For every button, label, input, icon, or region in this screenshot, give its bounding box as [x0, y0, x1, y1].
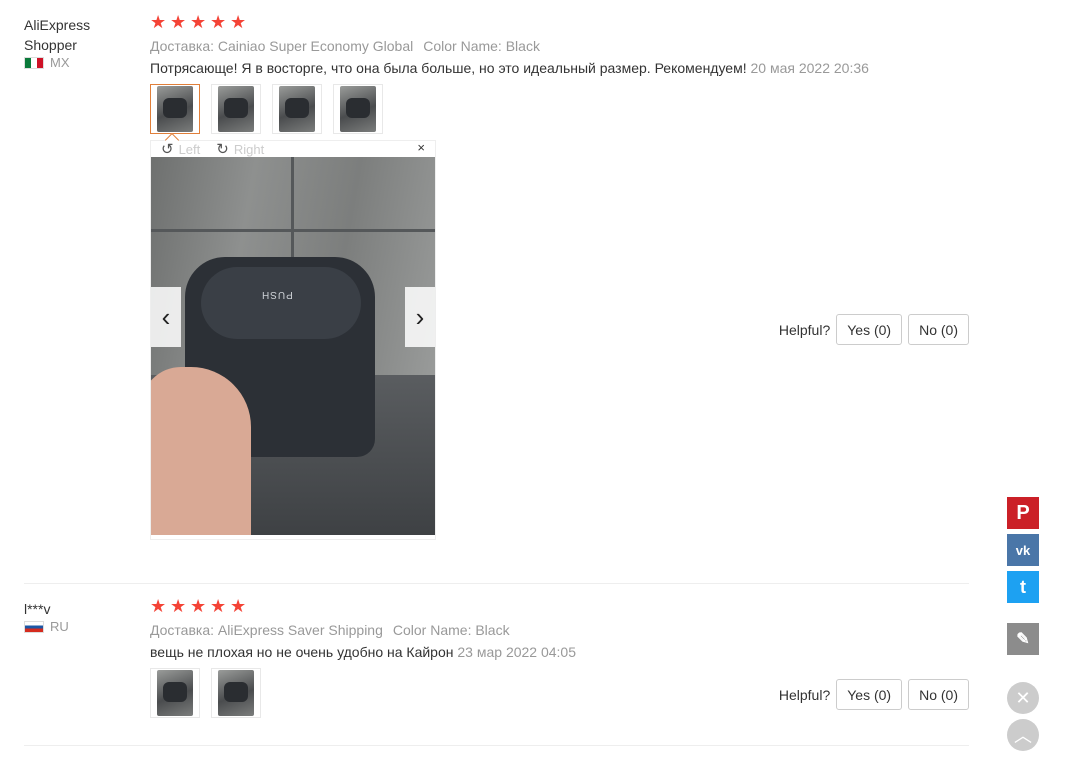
- review-photo: PUSH: [151, 157, 435, 535]
- helpful-yes-button[interactable]: Yes (0): [836, 679, 903, 710]
- rotate-right-button[interactable]: ↻ Right: [216, 140, 264, 158]
- star-icon: ★: [170, 11, 187, 32]
- photo-push-text: PUSH: [261, 289, 293, 300]
- helpful-yes-button[interactable]: Yes (0): [836, 314, 903, 345]
- photo-thumbnail[interactable]: [150, 84, 200, 134]
- review-item: AliExpress Shopper MX ★ ★ ★ ★ ★ Доставка…: [24, 12, 969, 572]
- photo-thumbnail[interactable]: [150, 668, 200, 718]
- reviewer-name: l***v: [24, 601, 51, 617]
- review-date: 20 мая 2022 20:36: [750, 60, 869, 76]
- photo-thumbnail[interactable]: [211, 668, 261, 718]
- viewer-toolbar: ↺ Left ↻ Right ×: [151, 140, 435, 158]
- review-text: Потрясающе! Я в восторге, что она была б…: [150, 60, 870, 76]
- feedback-edit-button[interactable]: ✎: [1007, 623, 1039, 655]
- vk-share-button[interactable]: vk: [1007, 534, 1039, 566]
- back-to-top-button[interactable]: ︿: [1007, 719, 1039, 751]
- review-divider: [24, 745, 969, 746]
- photo-bin-lid: [201, 267, 361, 339]
- helpful-no-button[interactable]: No (0): [908, 314, 969, 345]
- photo-thumbnail[interactable]: [333, 84, 383, 134]
- reviewer-info: AliExpress Shopper MX: [24, 15, 134, 71]
- helpful-no-button[interactable]: No (0): [908, 679, 969, 710]
- rotate-right-icon: ↻: [216, 141, 229, 158]
- rotate-left-button[interactable]: ↺ Left: [161, 140, 200, 158]
- review-item: l***v RU ★ ★ ★ ★ ★ Доставка: AliExpress …: [24, 596, 969, 726]
- helpful-label: Helpful?: [778, 686, 831, 703]
- star-rating: ★ ★ ★ ★ ★: [150, 596, 880, 616]
- helpful-section: Helpful? Yes (0) No (0): [779, 679, 969, 710]
- star-icon: ★: [190, 11, 207, 32]
- flag-ru-icon: [24, 621, 44, 633]
- review-content: ★ ★ ★ ★ ★ Доставка: Cainiao Super Econom…: [150, 12, 880, 540]
- photo-thumbnails: [150, 84, 880, 134]
- photo-hand: [151, 367, 251, 535]
- color-info: Color Name: Black: [392, 622, 510, 638]
- reviewer-info: l***v RU: [24, 599, 134, 635]
- rotate-left-label: Left: [178, 141, 201, 157]
- chevron-right-icon: ›: [415, 301, 425, 332]
- close-icon: ✕: [1015, 687, 1031, 708]
- star-icon: ★: [230, 11, 247, 32]
- country-code: RU: [50, 619, 69, 634]
- reviewer-country: RU: [24, 619, 134, 635]
- reviewer-country: MX: [24, 55, 134, 71]
- country-code: MX: [50, 55, 70, 70]
- reviewer-name: AliExpress Shopper: [24, 17, 91, 53]
- review-date: 23 мар 2022 04:05: [457, 644, 577, 660]
- previous-photo-button[interactable]: ‹: [151, 287, 181, 347]
- photo-thumbnail[interactable]: [272, 84, 322, 134]
- twitter-icon: t: [1020, 576, 1026, 597]
- review-body: Потрясающе! Я в восторге, что она была б…: [150, 60, 747, 76]
- star-icon: ★: [150, 595, 167, 616]
- pencil-icon: ✎: [1016, 631, 1030, 648]
- chevron-left-icon: ‹: [161, 301, 171, 332]
- flag-mx-icon: [24, 57, 44, 69]
- star-rating: ★ ★ ★ ★ ★: [150, 12, 880, 32]
- chevron-up-icon: ︿: [1014, 726, 1032, 746]
- pinterest-share-button[interactable]: P: [1007, 497, 1039, 529]
- pinterest-icon: P: [1016, 501, 1030, 524]
- shipping-info: Доставка: AliExpress Saver Shipping: [150, 622, 383, 638]
- helpful-section: Helpful? Yes (0) No (0): [779, 314, 969, 345]
- close-viewer-button[interactable]: ×: [417, 140, 425, 155]
- star-icon: ★: [210, 11, 227, 32]
- star-icon: ★: [150, 11, 167, 32]
- twitter-share-button[interactable]: t: [1007, 571, 1039, 603]
- rotate-left-icon: ↺: [161, 141, 174, 158]
- review-meta: Доставка: AliExpress Saver Shipping Colo…: [150, 621, 880, 639]
- review-body: вещь не плохая но не очень удобно на Кай…: [150, 644, 454, 660]
- star-icon: ★: [170, 595, 187, 616]
- photo-thumbnails: [150, 668, 880, 718]
- star-icon: ★: [190, 595, 207, 616]
- photo-thumbnail[interactable]: [211, 84, 261, 134]
- vk-icon: vk: [1015, 542, 1031, 558]
- review-text: вещь не плохая но не очень удобно на Кай…: [150, 644, 870, 660]
- review-divider: [24, 583, 969, 584]
- color-info: Color Name: Black: [423, 38, 540, 54]
- close-floating-button[interactable]: ✕: [1007, 682, 1039, 714]
- photo-viewer: ↺ Left ↻ Right × PUSH ‹ ›: [150, 132, 436, 540]
- rotate-right-label: Right: [233, 141, 265, 157]
- review-meta: Доставка: Cainiao Super Economy Global C…: [150, 37, 880, 55]
- next-photo-button[interactable]: ›: [405, 287, 435, 347]
- review-content: ★ ★ ★ ★ ★ Доставка: AliExpress Saver Shi…: [150, 596, 880, 718]
- helpful-label: Helpful?: [778, 321, 831, 338]
- star-icon: ★: [230, 595, 247, 616]
- star-icon: ★: [210, 595, 227, 616]
- shipping-info: Доставка: Cainiao Super Economy Global: [150, 38, 414, 54]
